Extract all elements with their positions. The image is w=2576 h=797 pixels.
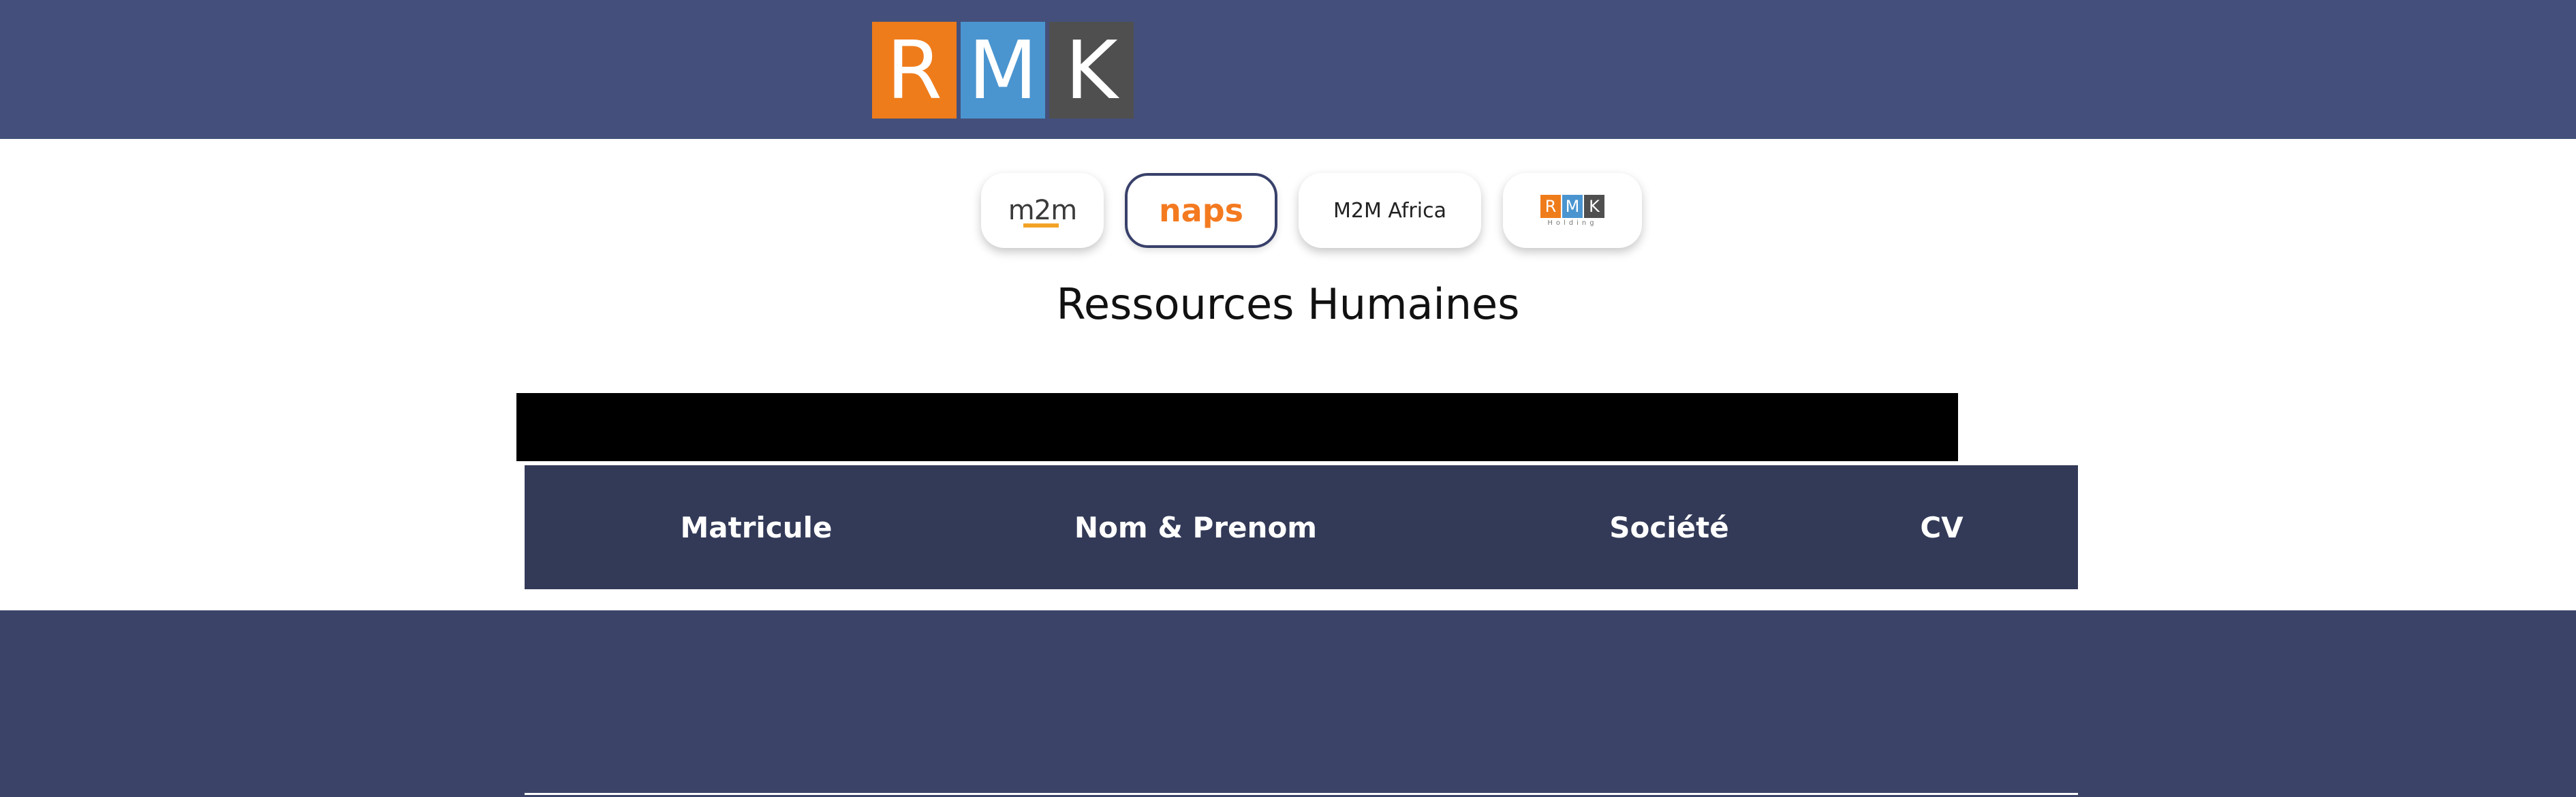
footer xyxy=(0,610,2576,797)
redacted-region xyxy=(516,393,1958,461)
column-header-cv[interactable]: CV xyxy=(1887,465,1996,589)
company-chip-m2m-africa[interactable]: M2M Africa xyxy=(1299,173,1481,248)
company-chip-label: M2M Africa xyxy=(1333,198,1446,223)
mini-logo-letter-k: K xyxy=(1584,194,1604,218)
logo-letter-k: K xyxy=(1049,22,1134,119)
mini-logo-letter-m: M xyxy=(1562,194,1583,218)
company-chip-naps[interactable]: naps xyxy=(1125,173,1277,248)
rmk-holding-logo-icon: R M K Holding xyxy=(1540,194,1604,227)
company-chip-rmk-holding[interactable]: R M K Holding xyxy=(1503,173,1642,248)
column-header-nom-prenom[interactable]: Nom & Prenom xyxy=(1002,465,1390,589)
mini-logo-letter-r: R xyxy=(1540,194,1561,218)
top-header: R M K xyxy=(0,0,2576,139)
logo-letter-m: M xyxy=(961,22,1045,119)
naps-logo-icon: naps xyxy=(1158,192,1244,229)
column-header-matricule[interactable]: Matricule xyxy=(627,465,886,589)
rmk-logo[interactable]: R M K xyxy=(872,22,1134,119)
mini-logo-subtitle: Holding xyxy=(1547,219,1598,227)
table-bottom-border xyxy=(525,793,2078,795)
company-chip-m2m[interactable]: m2m xyxy=(981,173,1104,248)
logo-letter-r: R xyxy=(872,22,957,119)
company-selector: m2m naps M2M Africa R M K Holding xyxy=(0,173,2576,248)
table-header: Matricule Nom & Prenom Société CV xyxy=(525,465,2078,589)
column-header-societe[interactable]: Société xyxy=(1547,465,1792,589)
m2m-logo-icon: m2m xyxy=(1008,195,1077,228)
page-title: Ressources Humaines xyxy=(1056,279,1520,329)
